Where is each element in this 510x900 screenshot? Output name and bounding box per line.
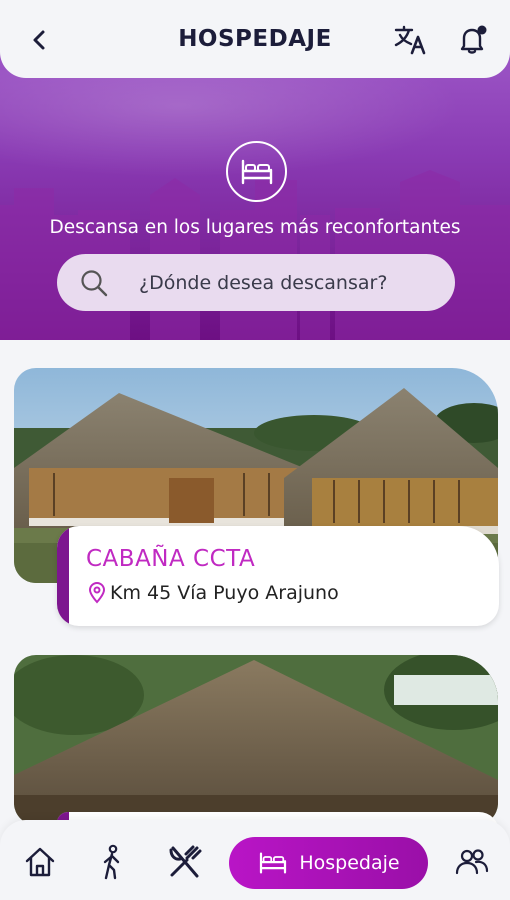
people-icon bbox=[455, 849, 489, 875]
notifications-button[interactable] bbox=[450, 18, 494, 62]
translate-icon bbox=[394, 25, 426, 55]
nav-lodging-active[interactable]: Hospedaje bbox=[229, 837, 428, 889]
listing-location: Km 45 Vía Puyo Arajuno bbox=[88, 582, 339, 604]
listing-card[interactable]: CABAÑA CCTA Km 45 Vía Puyo Arajuno bbox=[57, 526, 499, 626]
nav-activities[interactable] bbox=[92, 842, 132, 882]
listing-photo[interactable] bbox=[14, 655, 498, 825]
listing-name: CABAÑA CCTA bbox=[86, 546, 256, 572]
bed-icon-badge bbox=[226, 141, 287, 202]
search-input[interactable]: ¿Dónde desea descansar? bbox=[139, 272, 387, 294]
utensils-icon bbox=[169, 845, 202, 878]
bell-icon bbox=[460, 25, 487, 54]
home-icon bbox=[25, 847, 55, 877]
walking-icon bbox=[103, 844, 120, 880]
search-icon bbox=[81, 269, 108, 296]
page-title: HOSPEDAJE bbox=[178, 26, 332, 52]
back-button[interactable] bbox=[18, 18, 62, 62]
search-bar[interactable]: ¿Dónde desea descansar? bbox=[57, 254, 455, 311]
chevron-left-icon bbox=[33, 30, 45, 50]
bed-icon bbox=[260, 852, 287, 874]
hut-photo bbox=[14, 655, 498, 825]
translate-button[interactable] bbox=[388, 18, 432, 62]
listing-location-text: Km 45 Vía Puyo Arajuno bbox=[110, 582, 339, 604]
hero-tagline: Descansa en los lugares más reconfortant… bbox=[49, 217, 461, 238]
bottom-navigation: Hospedaje bbox=[0, 820, 510, 900]
bed-icon bbox=[241, 159, 272, 184]
nav-community[interactable] bbox=[452, 842, 492, 882]
top-header: HOSPEDAJE bbox=[0, 0, 510, 78]
nav-lodging-label: Hospedaje bbox=[299, 852, 400, 874]
nav-home[interactable] bbox=[20, 842, 60, 882]
location-pin-icon bbox=[88, 582, 106, 604]
nav-restaurants[interactable] bbox=[165, 842, 205, 882]
